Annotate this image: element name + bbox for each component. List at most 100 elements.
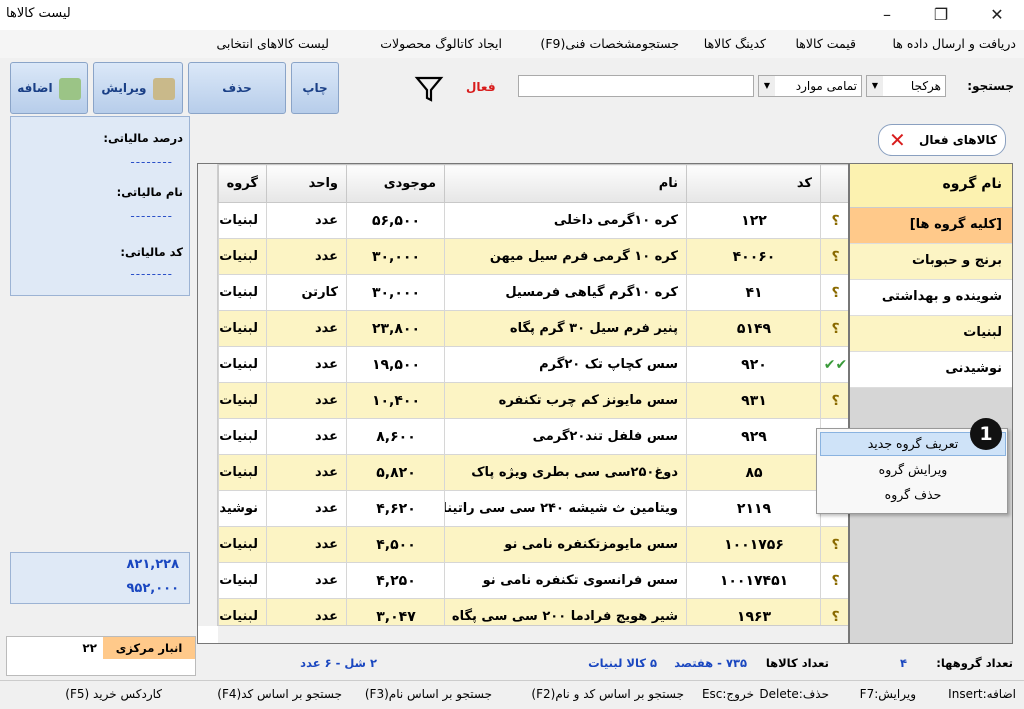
cell-unit: عدد: [266, 454, 347, 491]
item-count-label: تعداد کالاها: [765, 656, 829, 670]
cell-stock: ۴,۶۲۰: [346, 490, 445, 527]
table-row[interactable]: لبنیات عدد ۲۳,۸۰۰ پنیر فرم سیل ۳۰ گرم پگاه ۵…: [218, 310, 848, 347]
tax-code-value: --------: [130, 267, 173, 281]
warehouse-qty: ۲۲: [82, 641, 97, 655]
cell-group: نوشیدنی: [218, 490, 267, 527]
cell-code: ۹۳۱: [686, 382, 821, 419]
info-bar: تعداد گروهها: ۴ تعداد کالاها ۷۳۵ - هفتصد…: [197, 650, 1017, 674]
col-header-code[interactable]: کد: [686, 164, 821, 203]
group-item-dairy[interactable]: لبنیات: [850, 316, 1012, 352]
tax-code-label: کد مالیاتی:: [120, 245, 183, 259]
group-item-all[interactable]: [کلیه گروه ها]: [850, 208, 1012, 244]
table-row[interactable]: لبنیات عدد ۴,۵۰۰ سس مایومزتکنفره نامی نو ۱۰۰…: [218, 526, 848, 563]
cell-code: ۵۱۴۹: [686, 310, 821, 347]
edit-button-label: ویرایش: [101, 81, 147, 95]
table-row[interactable]: نوشیدنیعدد۴,۶۲۰ویتامین ث شیشه ۲۴۰ سی سی …: [218, 490, 848, 527]
search-field-select[interactable]: هرکجا ▼: [866, 75, 946, 97]
cell-group: لبنیات: [218, 346, 267, 383]
tax-info-panel: درصد مالیاتی: -------- نام مالیاتی: ----…: [10, 116, 190, 296]
shortcut-edit: ویرایش:F7: [859, 687, 916, 701]
maximize-icon[interactable]: ❐: [918, 0, 964, 30]
col-header-mark: [820, 164, 848, 203]
total-value-1: ۸۲۱,۲۲۸: [126, 557, 179, 572]
cell-name: سس فرانسوی تکنفره نامی نو: [444, 562, 687, 599]
table-row[interactable]: لبنیات عدد ۵۶,۵۰۰ کره ۱۰گرمی داخلی ۱۲۲ ؟: [218, 202, 848, 239]
table-row[interactable]: لبنیات عدد ۱۰,۴۰۰ سس مایونز کم چرب تکنفره ۹۳…: [218, 382, 848, 419]
horizontal-scrollbar[interactable]: [218, 625, 848, 643]
title-bar: لیست کالاها – ❐ ✕: [0, 0, 1024, 30]
cell-code: ۱۰۰۱۷۴۵۱: [686, 562, 821, 599]
cell-stock: ۴,۲۵۰: [346, 562, 445, 599]
cell-stock: ۱۹,۵۰۰: [346, 346, 445, 383]
active-items-badge[interactable]: کالاهای فعال ✕: [878, 124, 1006, 156]
col-header-stock[interactable]: موجودی: [346, 164, 445, 203]
menu-catalog[interactable]: ایجاد کاتالوگ محصولات: [380, 36, 502, 51]
filter-icon[interactable]: [414, 74, 444, 104]
cell-unit: عدد: [266, 562, 347, 599]
close-icon[interactable]: ✕: [889, 125, 906, 155]
table-row[interactable]: لبنیات عدد ۳۰,۰۰۰ کره ۱۰ گرمی فرم سیل میهن ۴…: [218, 238, 848, 275]
cell-stock: ۵,۸۲۰: [346, 454, 445, 491]
add-button[interactable]: اضافه: [10, 62, 88, 114]
cell-group: لبنیات: [218, 238, 267, 275]
edit-button[interactable]: ویرایش: [93, 62, 183, 114]
menu-selected-items[interactable]: لیست کالاهای انتخابی: [216, 36, 329, 51]
close-icon[interactable]: ✕: [974, 0, 1020, 30]
shortcut-insert: اضافه:Insert: [948, 687, 1016, 701]
cell-code: ۸۵: [686, 454, 821, 491]
table-row[interactable]: لبنیات عدد ۵,۸۲۰ دوغ۲۵۰سی سی بطری ویژه پاک ۸…: [218, 454, 848, 491]
cell-stock: ۳۰,۰۰۰: [346, 238, 445, 275]
print-button[interactable]: چاپ: [291, 62, 339, 114]
cell-name: سس مایومزتکنفره نامی نو: [444, 526, 687, 563]
cell-unit: کارتن: [266, 274, 347, 311]
edit-group-menu-item[interactable]: ویرایش گروه: [820, 459, 1006, 483]
table-row[interactable]: لبنیات عدد ۱۹,۵۰۰ سس کچاپ تک ۲۰گرم ۹۲۰ ✔✔: [218, 346, 848, 383]
cell-name: پنیر فرم سیل ۳۰ گرم پگاه: [444, 310, 687, 347]
shortcut-exit: خروج:Esc: [701, 687, 754, 701]
menu-coding[interactable]: کدینگ کالاها: [704, 36, 766, 51]
menu-bar: دریافت و ارسال داده ها قیمت کالاها کدینگ…: [0, 30, 1024, 58]
cell-group: لبنیات: [218, 382, 267, 419]
cell-status-mark: ✔✔: [820, 346, 848, 383]
cell-name: سس فلفل تند۲۰گرمی: [444, 418, 687, 455]
group-item-rice[interactable]: برنج و حبوبات: [850, 244, 1012, 280]
shortcut-search-name: جستجو بر اساس نام(F3): [364, 687, 492, 701]
chevron-down-icon: ▼: [867, 76, 883, 96]
search-label: جستجو:: [967, 79, 1014, 93]
cell-status-mark: ؟: [820, 526, 848, 563]
cell-stock: ۴,۵۰۰: [346, 526, 445, 563]
col-header-name[interactable]: نام: [444, 164, 687, 203]
col-header-group[interactable]: گروه: [218, 164, 267, 203]
active-filter-label: فعال: [466, 80, 496, 94]
add-icon: [58, 77, 81, 100]
minimize-icon[interactable]: –: [864, 0, 910, 30]
cell-unit: عدد: [266, 202, 347, 239]
cell-group: لبنیات: [218, 310, 267, 347]
menu-tech-search[interactable]: جستجومشخصات فنی(F9): [540, 36, 679, 51]
delete-button[interactable]: حذف: [188, 62, 286, 114]
menu-import-export[interactable]: دریافت و ارسال داده ها: [893, 36, 1017, 51]
search-scope-select[interactable]: تمامی موارد ▼: [758, 75, 862, 97]
table-row[interactable]: لبنیاتعدد۸,۶۰۰سس فلفل تند۲۰گرمی۹۲۹؟: [218, 418, 848, 455]
warehouse-name: انبار مرکزی: [103, 637, 195, 659]
col-header-unit[interactable]: واحد: [266, 164, 347, 203]
cell-code: ۱۲۲: [686, 202, 821, 239]
delete-group-menu-item[interactable]: حذف گروه: [820, 484, 1006, 508]
group-item-detergent[interactable]: شوینده و بهداشتی: [850, 280, 1012, 316]
tax-name-label: نام مالیاتی:: [116, 185, 183, 199]
groups-header: نام گروه: [850, 164, 1012, 208]
vertical-scrollbar[interactable]: [198, 164, 218, 626]
table-row[interactable]: لبنیات عدد ۴,۲۵۰ سس فرانسوی تکنفره نامی نو ۱…: [218, 562, 848, 599]
tax-name-value: --------: [130, 209, 173, 223]
cell-name: ویتامین ث شیشه ۲۴۰ سی سی راتینا: [444, 490, 687, 527]
table-row[interactable]: لبنیات کارتن ۳۰,۰۰۰ کره ۱۰گرم گیاهی فرمسیل ۴…: [218, 274, 848, 311]
menu-prices[interactable]: قیمت کالاها: [795, 36, 856, 51]
cell-name: دوغ۲۵۰سی سی بطری ویژه پاک: [444, 454, 687, 491]
cell-group: لبنیات: [218, 562, 267, 599]
group-item-drinks[interactable]: نوشیدنی: [850, 352, 1012, 388]
table-header-row: گروه واحد موجودی نام کد: [218, 164, 848, 203]
tax-percent-value: --------: [130, 155, 173, 169]
cell-code: ۴۰۰۶۰: [686, 238, 821, 275]
cell-status-mark: ؟: [820, 310, 848, 347]
search-input[interactable]: [518, 75, 754, 97]
